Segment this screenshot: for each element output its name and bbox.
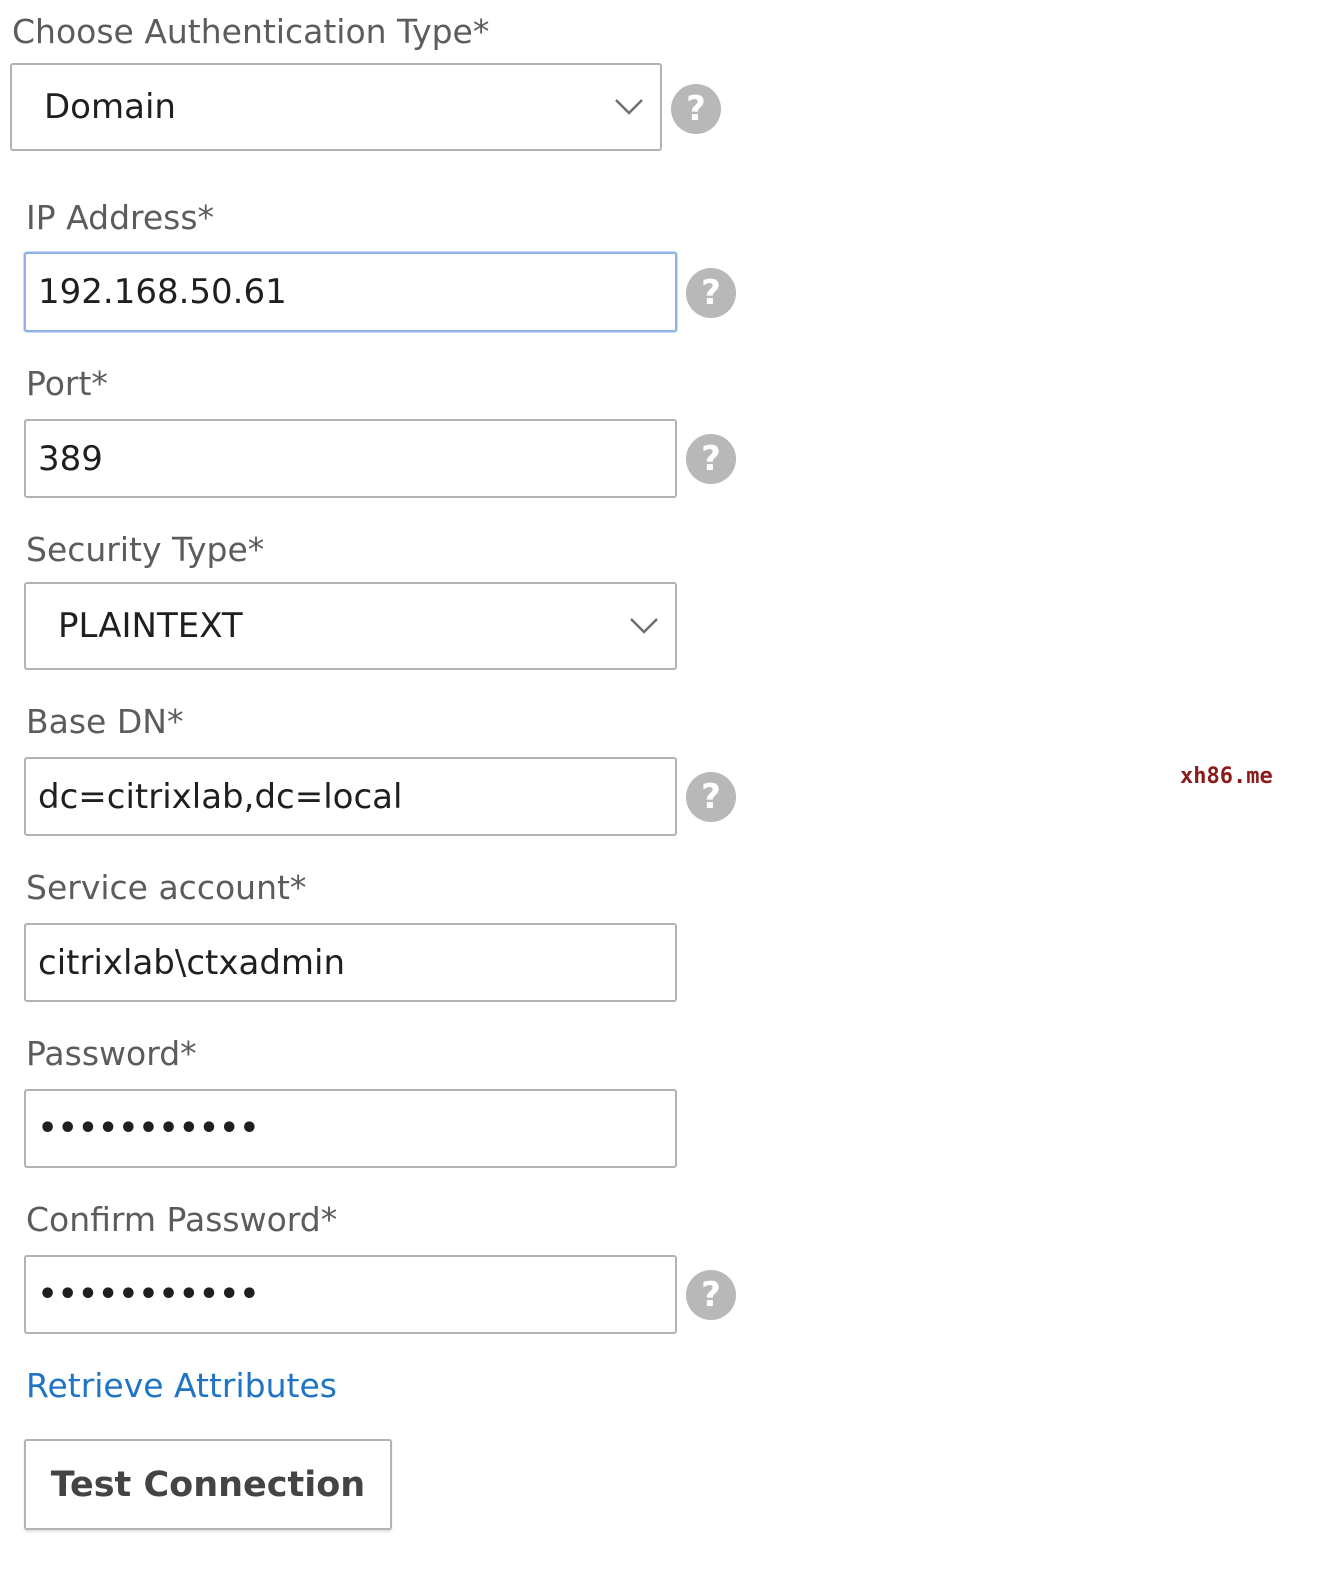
confirm-password-input[interactable]: ••••••••••• xyxy=(24,1255,677,1334)
base-dn-label: Base DN* xyxy=(26,702,184,741)
base-dn-input[interactable]: dc=citrixlab,dc=local xyxy=(24,757,677,836)
help-icon[interactable]: ? xyxy=(686,434,736,484)
chevron-down-icon xyxy=(614,92,644,122)
help-icon[interactable]: ? xyxy=(686,268,736,318)
test-connection-button[interactable]: Test Connection xyxy=(24,1439,392,1530)
password-label: Password* xyxy=(26,1034,197,1073)
watermark-text: xh86.me xyxy=(1180,764,1273,789)
confirm-password-value: ••••••••••• xyxy=(38,1277,260,1312)
base-dn-value: dc=citrixlab,dc=local xyxy=(38,776,403,817)
ip-address-input[interactable]: 192.168.50.61 xyxy=(24,252,677,332)
auth-type-value: Domain xyxy=(44,87,176,127)
port-input[interactable]: 389 xyxy=(24,419,677,498)
service-account-label: Service account* xyxy=(26,868,307,907)
security-type-select[interactable]: PLAINTEXT xyxy=(24,582,677,670)
security-type-label: Security Type* xyxy=(26,530,265,569)
security-type-value: PLAINTEXT xyxy=(58,606,243,646)
ip-address-value: 192.168.50.61 xyxy=(38,272,287,312)
password-value: ••••••••••• xyxy=(38,1111,260,1146)
help-icon[interactable]: ? xyxy=(686,1270,736,1320)
service-account-value: citrixlab\ctxadmin xyxy=(38,942,346,983)
service-account-input[interactable]: citrixlab\ctxadmin xyxy=(24,923,677,1002)
confirm-password-label: Confirm Password* xyxy=(26,1200,338,1239)
chevron-down-icon xyxy=(629,611,659,641)
help-icon[interactable]: ? xyxy=(686,772,736,822)
port-label: Port* xyxy=(26,364,108,403)
auth-type-select[interactable]: Domain xyxy=(10,63,662,151)
password-input[interactable]: ••••••••••• xyxy=(24,1089,677,1168)
auth-type-label: Choose Authentication Type* xyxy=(12,12,490,51)
retrieve-attributes-link[interactable]: Retrieve Attributes xyxy=(26,1366,337,1406)
port-value: 389 xyxy=(38,438,103,479)
ip-address-label: IP Address* xyxy=(26,198,215,237)
help-icon[interactable]: ? xyxy=(671,84,721,134)
